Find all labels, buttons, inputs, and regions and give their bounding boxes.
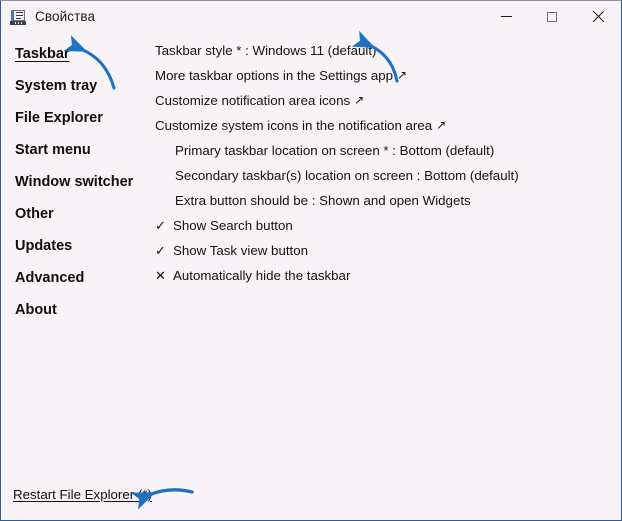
cross-icon: ✕: [155, 268, 166, 283]
sidebar-item-other[interactable]: Other: [1, 198, 151, 230]
close-button[interactable]: [575, 1, 621, 32]
checkmark-icon: ✓: [155, 243, 166, 258]
setting-label: Secondary taskbar(s) location on screen …: [175, 168, 519, 183]
sidebar-item-label: Other: [15, 206, 54, 222]
maximize-icon: [547, 11, 557, 22]
setting-customize-system-icons[interactable]: Customize system icons in the notificati…: [151, 113, 621, 138]
window-title: Свойства: [35, 9, 96, 24]
setting-label: Customize notification area icons: [155, 93, 351, 108]
sidebar-item-taskbar[interactable]: Taskbar: [1, 38, 151, 70]
sidebar-item-label: System tray: [15, 78, 98, 94]
setting-secondary-taskbar-location[interactable]: Secondary taskbar(s) location on screen …: [151, 163, 621, 188]
setting-label: Show Search button: [173, 218, 293, 233]
close-icon: [592, 10, 605, 23]
taskbar-properties-icon: [10, 9, 26, 25]
external-link-icon: ↗: [397, 68, 408, 82]
restart-file-explorer-link[interactable]: Restart File Explorer (*): [13, 487, 152, 502]
properties-window: Свойства Taskbar System tray File Explor…: [0, 0, 622, 521]
setting-extra-button[interactable]: Extra button should be : Shown and open …: [151, 188, 621, 213]
setting-primary-taskbar-location[interactable]: Primary taskbar location on screen * : B…: [151, 138, 621, 163]
sidebar-item-label: Start menu: [15, 142, 91, 158]
setting-label: Show Task view button: [173, 243, 309, 258]
setting-more-taskbar-options[interactable]: More taskbar options in the Settings app…: [151, 63, 621, 88]
sidebar-nav: Taskbar System tray File Explorer Start …: [1, 32, 151, 326]
sidebar-item-window-switcher[interactable]: Window switcher: [1, 166, 151, 198]
setting-show-task-view-button[interactable]: ✓ Show Task view button: [151, 238, 621, 263]
setting-auto-hide-taskbar[interactable]: ✕ Automatically hide the taskbar: [151, 263, 621, 288]
sidebar-item-label: File Explorer: [15, 110, 103, 126]
setting-taskbar-style[interactable]: Taskbar style * : Windows 11 (default): [151, 38, 621, 63]
sidebar-item-start-menu[interactable]: Start menu: [1, 134, 151, 166]
setting-label: More taskbar options in the Settings app: [155, 68, 394, 83]
setting-label: Taskbar style * : Windows 11 (default): [155, 43, 377, 58]
window-controls: [483, 1, 621, 32]
setting-customize-notification-area-icons[interactable]: Customize notification area icons ↗: [151, 88, 621, 113]
sidebar-item-label: Advanced: [15, 270, 85, 286]
sidebar-item-system-tray[interactable]: System tray: [1, 70, 151, 102]
minimize-icon: [500, 16, 512, 17]
sidebar-item-updates[interactable]: Updates: [1, 230, 151, 262]
sidebar-item-label: Taskbar: [15, 46, 70, 62]
setting-label: Automatically hide the taskbar: [173, 268, 351, 283]
external-link-icon: ↗: [436, 118, 447, 132]
minimize-button[interactable]: [483, 1, 529, 32]
sidebar-item-label: Updates: [15, 238, 73, 254]
setting-label: Primary taskbar location on screen * : B…: [175, 143, 495, 158]
checkmark-icon: ✓: [155, 218, 166, 233]
sidebar-item-file-explorer[interactable]: File Explorer: [1, 102, 151, 134]
sidebar-item-label: About: [15, 302, 57, 318]
sidebar-item-label: Window switcher: [15, 174, 134, 190]
setting-label: Customize system icons in the notificati…: [155, 118, 433, 133]
maximize-button[interactable]: [529, 1, 575, 32]
settings-list: Taskbar style * : Windows 11 (default) M…: [151, 32, 621, 520]
sidebar-item-advanced[interactable]: Advanced: [1, 262, 151, 294]
sidebar-item-about[interactable]: About: [1, 294, 151, 326]
setting-label: Extra button should be : Shown and open …: [175, 193, 471, 208]
setting-show-search-button[interactable]: ✓ Show Search button: [151, 213, 621, 238]
title-bar: Свойства: [1, 1, 621, 32]
external-link-icon: ↗: [354, 93, 365, 107]
